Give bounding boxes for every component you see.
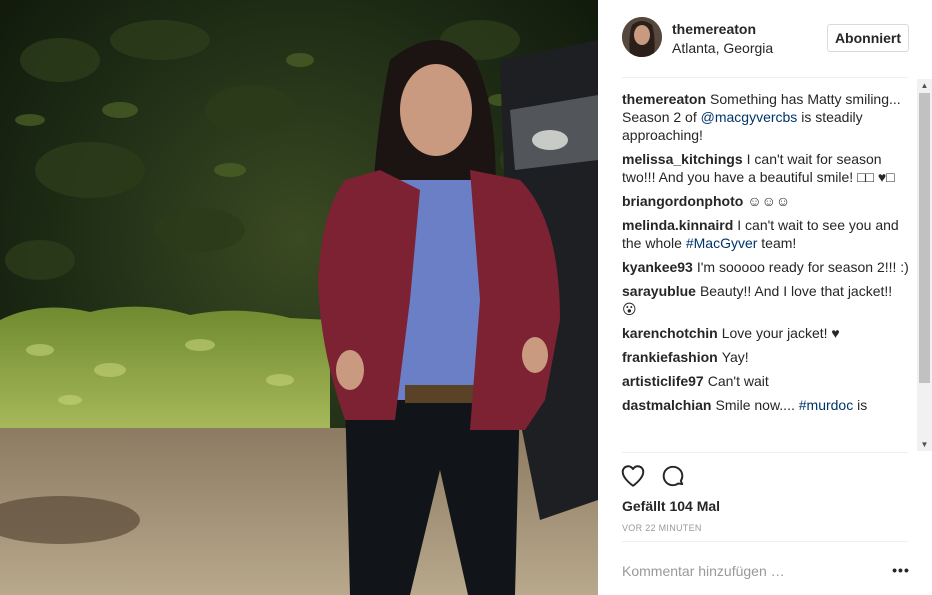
comment-username[interactable]: kyankee93: [622, 259, 693, 275]
comment-item: karenchotchin Love your jacket! ♥: [622, 324, 909, 342]
comment-username[interactable]: melissa_kitchings: [622, 151, 743, 167]
comment-username[interactable]: sarayublue: [622, 283, 696, 299]
like-count[interactable]: Gefällt 104 Mal: [622, 498, 720, 514]
comment-bubble-icon[interactable]: [660, 463, 686, 489]
comment-text: Love your jacket! ♥: [721, 325, 840, 341]
comment-text-end: team!: [757, 235, 797, 251]
comment-item: briangordonphoto ☺☺☺: [622, 192, 909, 210]
divider: [622, 541, 908, 542]
comment-text: ☺☺☺: [747, 193, 791, 209]
comment-text: Can't wait: [707, 373, 769, 389]
comment-username[interactable]: dastmalchian: [622, 397, 711, 413]
scroll-up-arrow-icon[interactable]: ▲: [917, 79, 932, 92]
comment-item: sarayublue Beauty!! And I love that jacke…: [622, 282, 909, 318]
scrollbar-thumb[interactable]: [919, 93, 930, 383]
comments-list[interactable]: themereaton Something has Matty smiling..…: [622, 90, 909, 452]
comment-hashtag[interactable]: #MacGyver: [686, 235, 758, 251]
comment-username[interactable]: frankiefashion: [622, 349, 718, 365]
comment-text: I'm sooooo ready for season 2!!! :): [696, 259, 909, 275]
caption-mention[interactable]: @macgyvercbs: [701, 109, 798, 125]
post-actions: [620, 463, 686, 491]
comment-input[interactable]: [622, 561, 862, 581]
post-timestamp: VOR 22 MINUTEN: [622, 523, 702, 533]
comment-username[interactable]: melinda.kinnaird: [622, 217, 733, 233]
comment-item: frankiefashion Yay!: [622, 348, 909, 366]
comment-item: artisticlife97 Can't wait: [622, 372, 909, 390]
caption: themereaton Something has Matty smiling..…: [622, 90, 909, 144]
more-options-icon[interactable]: •••: [889, 561, 913, 581]
instagram-post: themereaton Atlanta, Georgia Abonniert t…: [0, 0, 932, 595]
caption-username[interactable]: themereaton: [622, 91, 706, 107]
comment-text: Yay!: [721, 349, 749, 365]
comment-hashtag[interactable]: #murdoc: [799, 397, 853, 413]
post-sidebar: themereaton Atlanta, Georgia Abonniert t…: [598, 0, 932, 595]
avatar[interactable]: [622, 17, 662, 57]
photo-illustration: [0, 0, 598, 595]
following-button[interactable]: Abonniert: [827, 24, 909, 52]
divider: [622, 77, 908, 78]
comment-username[interactable]: artisticlife97: [622, 373, 704, 389]
post-username[interactable]: themereaton: [672, 21, 756, 37]
post-location[interactable]: Atlanta, Georgia: [672, 40, 773, 56]
comment-item: melissa_kitchings I can't wait for season…: [622, 150, 909, 186]
post-photo[interactable]: [0, 0, 598, 595]
comment-item: dastmalchian Smile now.... #murdoc is: [622, 396, 909, 414]
comment-username[interactable]: karenchotchin: [622, 325, 718, 341]
post-header: themereaton Atlanta, Georgia Abonniert: [598, 0, 932, 77]
comments-scrollbar[interactable]: ▲ ▼: [917, 79, 932, 451]
heart-outline-icon[interactable]: [620, 463, 646, 489]
comment-text-end: is: [853, 397, 868, 413]
avatar-image: [622, 17, 662, 57]
comment-username[interactable]: briangordonphoto: [622, 193, 743, 209]
comment-item: melinda.kinnaird I can't wait to see you …: [622, 216, 909, 252]
scroll-down-arrow-icon[interactable]: ▼: [917, 438, 932, 451]
divider: [622, 452, 908, 453]
comment-text: Smile now....: [715, 397, 799, 413]
comment-item: kyankee93 I'm sooooo ready for season 2!!…: [622, 258, 909, 276]
